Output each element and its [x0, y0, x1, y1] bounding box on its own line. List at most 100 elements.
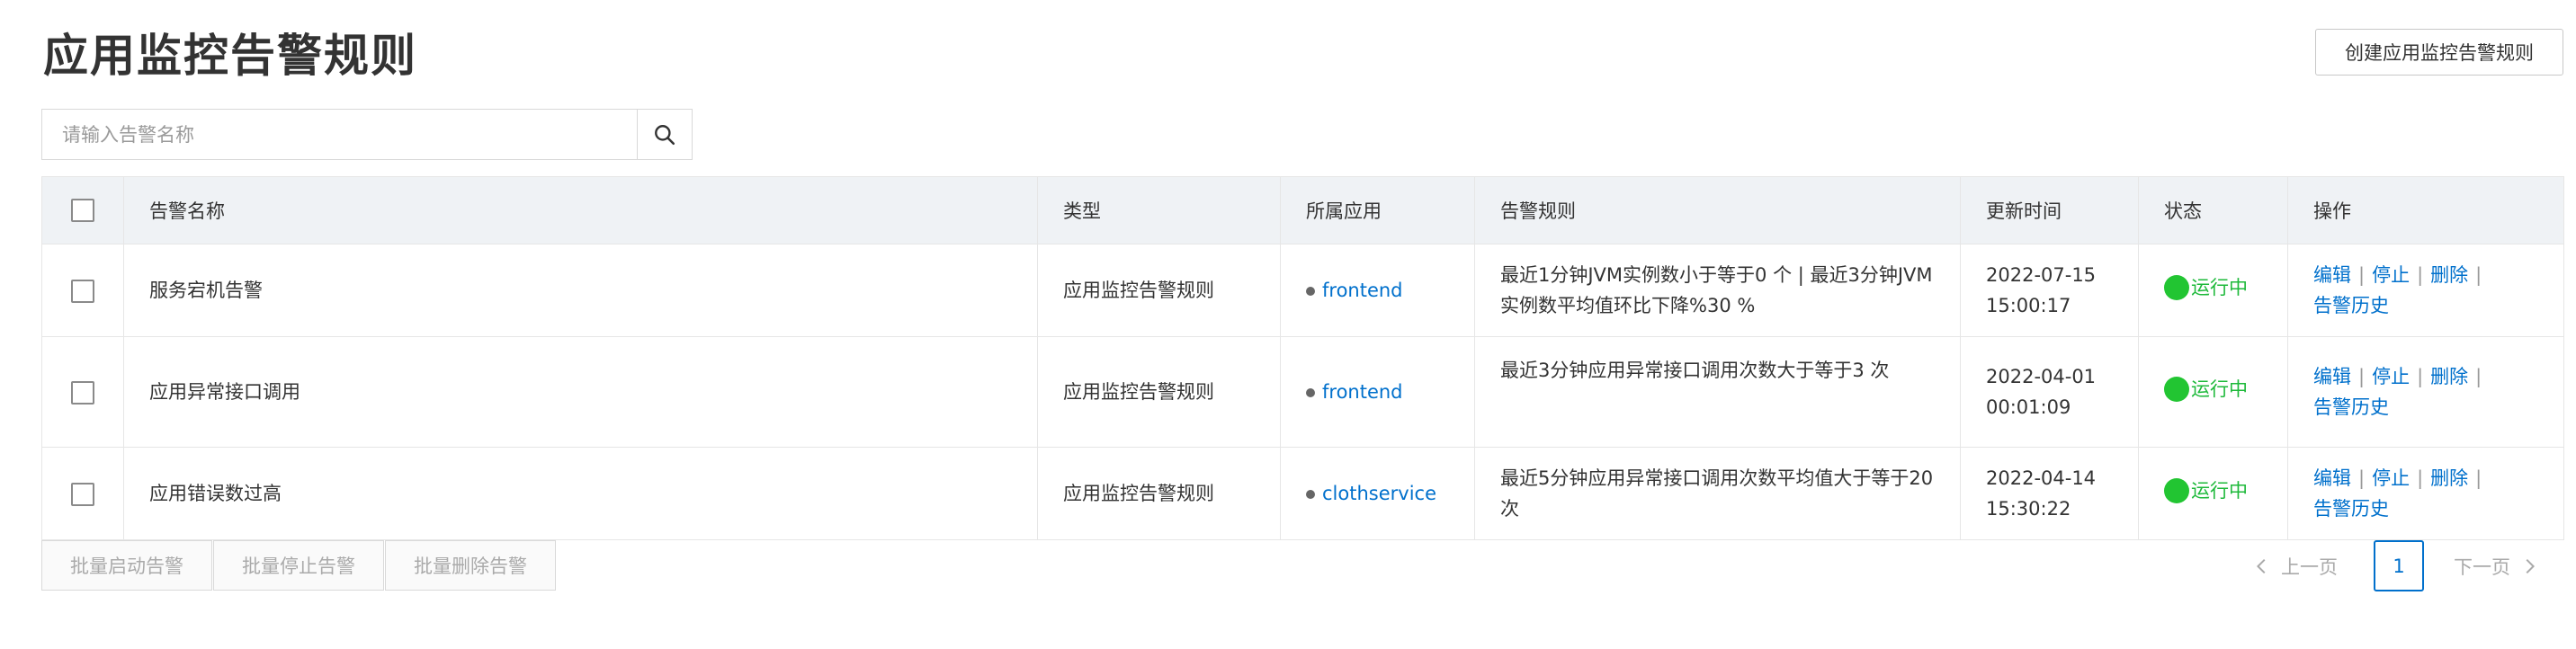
updated-time-cell: 2022-04-01 00:01:09	[1960, 336, 2139, 448]
select-all-cell	[41, 176, 124, 244]
alert-type: 应用监控告警规则	[1037, 336, 1281, 448]
delete-link[interactable]: 删除	[2430, 366, 2468, 387]
app-cell: frontend	[1280, 244, 1475, 337]
action-separator: |	[2417, 264, 2424, 286]
edit-link[interactable]: 编辑	[2313, 467, 2351, 489]
updated-date: 2022-04-14	[1986, 467, 2097, 489]
updated-time: 00:01:09	[1986, 396, 2071, 418]
stop-link[interactable]: 停止	[2372, 467, 2410, 489]
create-alert-rule-button[interactable]: 创建应用监控告警规则	[2315, 29, 2563, 76]
app-cell: frontend	[1280, 336, 1475, 448]
search-box	[41, 109, 693, 160]
alert-rules-table: 告警名称 类型 所属应用 告警规则 更新时间 状态 操作 服务宕机告警 应用监控…	[41, 176, 2564, 540]
prev-page-button[interactable]: 上一页	[2252, 540, 2338, 591]
updated-date: 2022-07-15	[1986, 264, 2097, 286]
page-number-current[interactable]: 1	[2374, 540, 2424, 591]
table-row: 服务宕机告警 应用监控告警规则 frontend 最近1分钟JVM实例数小于等于…	[41, 244, 2564, 337]
actions-cell: 编辑 | 停止 | 删除 | 告警历史	[2287, 336, 2564, 448]
updated-time-cell: 2022-07-15 15:00:17	[1960, 244, 2139, 337]
updated-time-cell: 2022-04-14 15:30:22	[1960, 447, 2139, 540]
next-page-button[interactable]: 下一页	[2454, 540, 2539, 591]
status-label: 运行中	[2191, 479, 2248, 502]
action-separator: |	[2475, 264, 2482, 286]
chevron-left-icon	[2256, 558, 2266, 573]
search-icon	[655, 124, 675, 145]
action-separator: |	[2358, 366, 2366, 387]
status-cell: 运行中	[2138, 244, 2288, 337]
alert-type: 应用监控告警规则	[1037, 447, 1281, 540]
actions-cell: 编辑 | 停止 | 删除 | 告警历史	[2287, 244, 2564, 337]
action-separator: |	[2417, 467, 2424, 489]
status-label: 运行中	[2191, 378, 2248, 400]
column-header-name: 告警名称	[123, 176, 1038, 244]
next-page-label: 下一页	[2454, 556, 2510, 578]
status-dot-icon	[2164, 477, 2189, 503]
actions-cell: 编辑 | 停止 | 删除 | 告警历史	[2287, 447, 2564, 540]
batch-stop-button[interactable]: 批量停止告警	[213, 540, 384, 591]
delete-link[interactable]: 删除	[2430, 467, 2468, 489]
stop-link[interactable]: 停止	[2372, 264, 2410, 286]
batch-start-button[interactable]: 批量启动告警	[41, 540, 212, 591]
status-cell: 运行中	[2138, 336, 2288, 448]
status-dot-icon	[2164, 376, 2189, 402]
status-dot-icon	[2164, 274, 2189, 300]
chevron-right-icon	[2526, 558, 2536, 573]
column-header-updated: 更新时间	[1960, 176, 2139, 244]
page-title: 应用监控告警规则	[43, 30, 417, 82]
updated-time: 15:00:17	[1986, 295, 2071, 316]
edit-link[interactable]: 编辑	[2313, 366, 2351, 387]
delete-link[interactable]: 删除	[2430, 264, 2468, 286]
alert-rules-page: 应用监控告警规则 创建应用监控告警规则 告警名称 类型 所	[0, 0, 2576, 649]
column-header-status: 状态	[2138, 176, 2288, 244]
app-cell: clothservice	[1280, 447, 1475, 540]
action-separator: |	[2475, 467, 2482, 489]
status-badge: 运行中	[2164, 272, 2248, 303]
edit-link[interactable]: 编辑	[2313, 264, 2351, 286]
app-dot-icon	[1306, 287, 1315, 296]
action-separator: |	[2417, 366, 2424, 387]
alert-history-link[interactable]: 告警历史	[2313, 396, 2389, 418]
updated-date: 2022-04-01	[1986, 366, 2097, 387]
batch-delete-button[interactable]: 批量删除告警	[385, 540, 556, 591]
column-header-type: 类型	[1037, 176, 1281, 244]
search-input[interactable]	[42, 110, 637, 159]
table-row: 应用异常接口调用 应用监控告警规则 frontend 最近3分钟应用异常接口调用…	[41, 336, 2564, 448]
alert-history-link[interactable]: 告警历史	[2313, 295, 2389, 316]
search-button[interactable]	[637, 110, 692, 159]
app-link[interactable]: clothservice	[1322, 483, 1436, 504]
prev-page-label: 上一页	[2281, 556, 2338, 578]
alert-rule: 最近1分钟JVM实例数小于等于0 个 | 最近3分钟JVM实例数平均值环比下降%…	[1474, 244, 1961, 337]
alert-name: 服务宕机告警	[123, 244, 1038, 337]
row-checkbox[interactable]	[71, 280, 94, 303]
column-header-actions: 操作	[2287, 176, 2564, 244]
row-checkbox[interactable]	[71, 483, 94, 506]
column-header-rule: 告警规则	[1474, 176, 1961, 244]
status-badge: 运行中	[2164, 476, 2248, 506]
app-link[interactable]: frontend	[1322, 280, 1403, 301]
app-dot-icon	[1306, 490, 1315, 499]
alert-type: 应用监控告警规则	[1037, 244, 1281, 337]
app-dot-icon	[1306, 388, 1315, 397]
action-separator: |	[2358, 467, 2366, 489]
updated-time: 15:30:22	[1986, 498, 2071, 520]
stop-link[interactable]: 停止	[2372, 366, 2410, 387]
row-select-cell	[41, 336, 124, 448]
row-checkbox[interactable]	[71, 381, 94, 405]
row-select-cell	[41, 447, 124, 540]
select-all-checkbox[interactable]	[71, 199, 94, 222]
action-separator: |	[2475, 366, 2482, 387]
column-header-app: 所属应用	[1280, 176, 1475, 244]
status-cell: 运行中	[2138, 447, 2288, 540]
table-header-row: 告警名称 类型 所属应用 告警规则 更新时间 状态 操作	[41, 176, 2564, 244]
alert-name: 应用错误数过高	[123, 447, 1038, 540]
alert-history-link[interactable]: 告警历史	[2313, 498, 2389, 520]
table-row: 应用错误数过高 应用监控告警规则 clothservice 最近5分钟应用异常接…	[41, 447, 2564, 540]
app-link[interactable]: frontend	[1322, 381, 1403, 403]
status-badge: 运行中	[2164, 374, 2248, 405]
action-separator: |	[2358, 264, 2366, 286]
row-select-cell	[41, 244, 124, 337]
alert-rule: 最近3分钟应用异常接口调用次数大于等于3 次	[1474, 336, 1961, 448]
alert-rule: 最近5分钟应用异常接口调用次数平均值大于等于20 次	[1474, 447, 1961, 540]
batch-actions: 批量启动告警 批量停止告警 批量删除告警	[41, 540, 557, 591]
status-label: 运行中	[2191, 276, 2248, 298]
